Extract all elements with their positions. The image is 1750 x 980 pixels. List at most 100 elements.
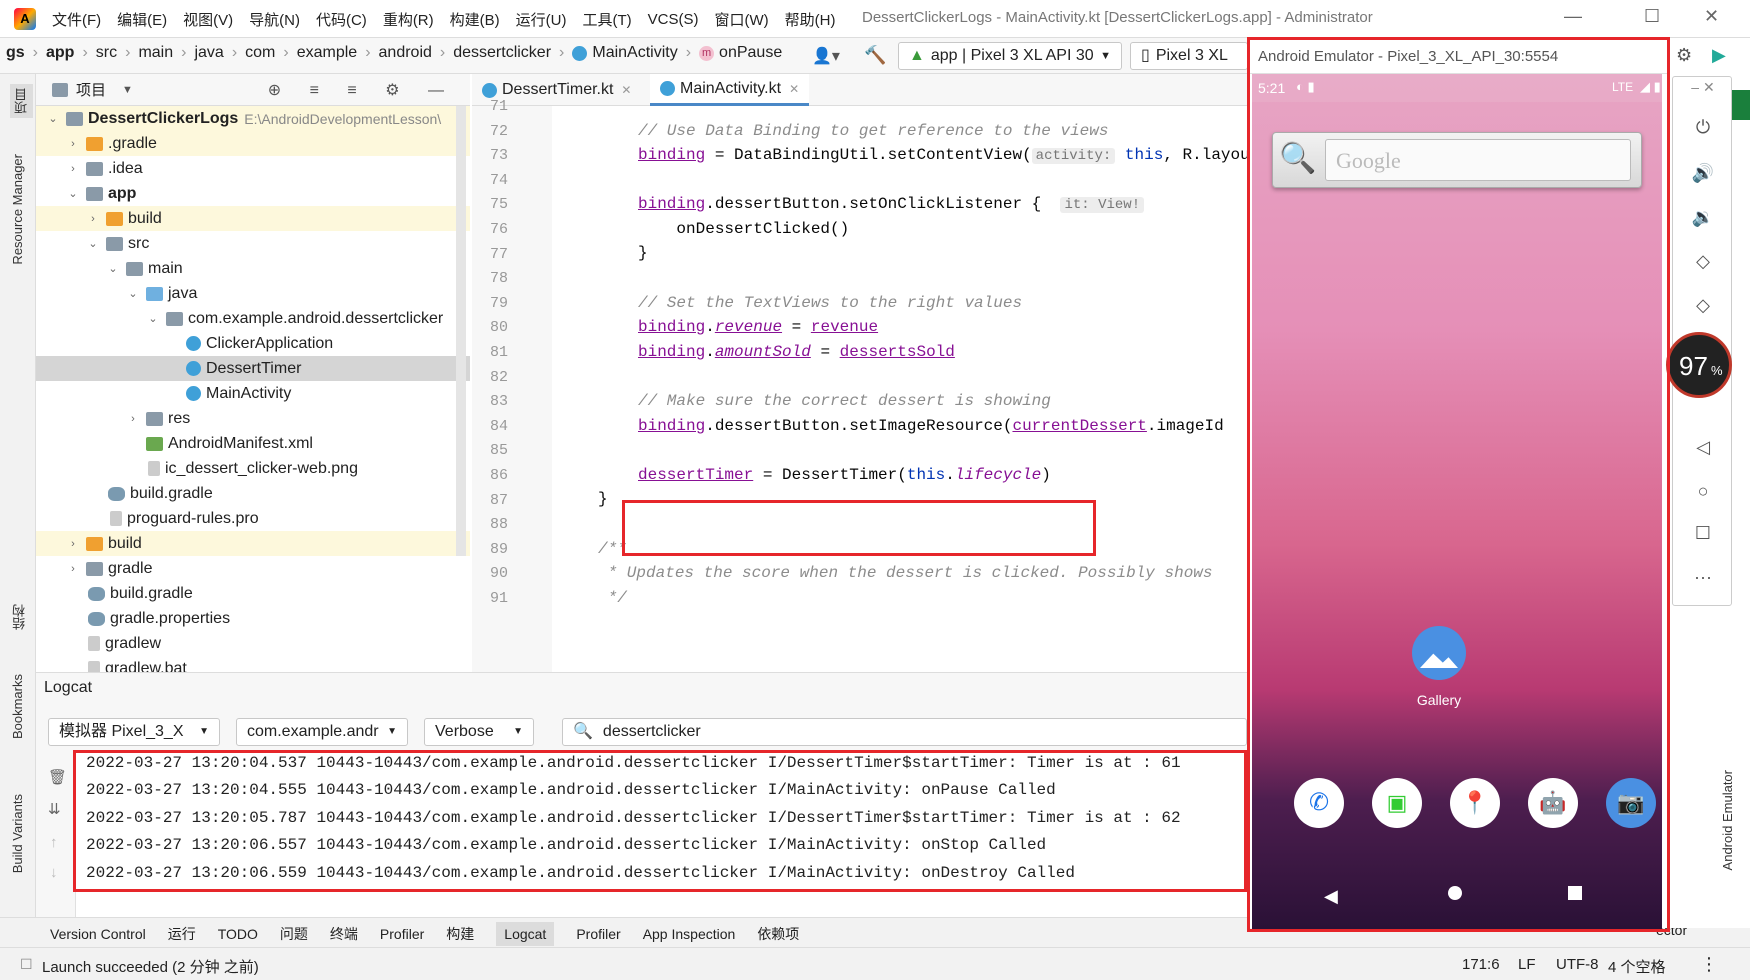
menu-vcs[interactable]: VCS(S) bbox=[648, 11, 699, 28]
tree-item[interactable]: › build bbox=[36, 531, 470, 556]
indent-setting[interactable]: 4 个空格 bbox=[1608, 956, 1666, 977]
tool-logcat[interactable]: Logcat bbox=[496, 922, 555, 946]
maximize-icon[interactable]: ☐ bbox=[1644, 6, 1660, 27]
minimize-icon[interactable]: — bbox=[1564, 6, 1582, 27]
overview-nav-icon[interactable] bbox=[1568, 886, 1582, 900]
build-variants-tab[interactable]: Build Variants bbox=[10, 794, 25, 873]
home-icon[interactable]: ○ bbox=[1673, 481, 1733, 502]
phone-app-icon[interactable]: ✆ bbox=[1294, 778, 1344, 828]
google-search-widget[interactable]: 🔍 Google bbox=[1272, 132, 1642, 188]
breadcrumb-item[interactable]: app bbox=[46, 44, 74, 62]
breadcrumb-item[interactable]: main bbox=[138, 44, 173, 62]
hammer-icon[interactable]: 🔨 bbox=[864, 45, 886, 66]
menu-tools[interactable]: 工具(T) bbox=[582, 9, 631, 30]
tree-scrollbar[interactable] bbox=[456, 106, 466, 556]
breadcrumb-item[interactable]: gs bbox=[6, 44, 25, 62]
rotate-left-icon[interactable]: ◇ bbox=[1673, 251, 1733, 272]
cursor-position[interactable]: 171:6 bbox=[1462, 956, 1500, 973]
volume-down-icon[interactable]: 🔉 bbox=[1673, 207, 1733, 228]
logcat-search-input[interactable]: 🔍 dessertclicker bbox=[562, 718, 1247, 746]
structure-tab[interactable]: 结构 bbox=[10, 604, 29, 630]
logcat-level-select[interactable]: Verbose ▼ bbox=[424, 718, 534, 746]
rotate-right-icon[interactable]: ◇ bbox=[1673, 295, 1733, 316]
tab-mainactivity[interactable]: MainActivity.kt ✕ bbox=[650, 73, 810, 106]
panel-actions[interactable]: ⊕ ≡ ≡ ⚙ — bbox=[268, 80, 456, 100]
tool-run[interactable]: 运行 bbox=[168, 924, 196, 944]
emulator-screen[interactable]: 5:21 ◐ ▮ LTE ◢ ▮ 🔍 Google Gallery ✆ ▣ 📍 … bbox=[1252, 74, 1662, 929]
run-config-select[interactable]: ▲ app | Pixel 3 XL API 30 ▼ bbox=[898, 42, 1122, 70]
tree-item[interactable]: gradlew bbox=[36, 631, 470, 656]
volume-up-icon[interactable]: 🔊 bbox=[1673, 163, 1733, 184]
project-panel-title[interactable]: 项目 bbox=[76, 79, 106, 100]
tree-item[interactable]: gradlew.bat bbox=[36, 656, 470, 672]
menu-help[interactable]: 帮助(H) bbox=[785, 9, 836, 30]
messaging-app-icon[interactable]: ▣ bbox=[1372, 778, 1422, 828]
tree-item[interactable]: build.gradle bbox=[36, 481, 470, 506]
trash-icon[interactable]: 🗑 bbox=[48, 768, 67, 786]
tool-app-inspection[interactable]: App Inspection bbox=[643, 926, 736, 942]
close-tab-icon[interactable]: ✕ bbox=[621, 74, 631, 106]
more-icon[interactable]: ⋮ bbox=[1700, 954, 1718, 975]
logcat-output[interactable]: 2022-03-27 13:20:04.537 10443-10443/com.… bbox=[76, 752, 1247, 892]
tool-dependencies[interactable]: 依赖项 bbox=[757, 924, 799, 944]
tool-todo[interactable]: TODO bbox=[218, 926, 258, 942]
tree-item[interactable]: ⌄ src bbox=[36, 231, 470, 256]
tree-item[interactable]: ⌄ java bbox=[36, 281, 470, 306]
android-emulator-side-tab[interactable]: Android Emulator bbox=[1720, 770, 1735, 870]
tool-version-control[interactable]: Version Control bbox=[50, 926, 146, 942]
menu-run[interactable]: 运行(U) bbox=[516, 9, 567, 30]
device-select[interactable]: ▯ Pixel 3 XL bbox=[1130, 42, 1248, 70]
google-search-input[interactable]: Google bbox=[1325, 139, 1631, 181]
user-icon[interactable]: 👤▾ bbox=[812, 46, 840, 66]
tree-item[interactable]: AndroidManifest.xml bbox=[36, 431, 470, 456]
menu-navigate[interactable]: 导航(N) bbox=[249, 9, 300, 30]
tool-problems[interactable]: 问题 bbox=[280, 924, 308, 944]
breadcrumb-item[interactable]: src bbox=[96, 44, 117, 62]
back-icon[interactable]: ◁ bbox=[1673, 437, 1733, 458]
tree-item[interactable]: build.gradle bbox=[36, 581, 470, 606]
close-tab-icon[interactable]: ✕ bbox=[789, 73, 799, 105]
tree-item[interactable]: › res bbox=[36, 406, 470, 431]
menu-refactor[interactable]: 重构(R) bbox=[383, 9, 434, 30]
tree-item[interactable]: › gradle bbox=[36, 556, 470, 581]
play-store-icon[interactable]: ▶ bbox=[1712, 45, 1726, 66]
logcat-device-select[interactable]: 模拟器 Pixel_3_X ▼ bbox=[48, 718, 220, 746]
menu-file[interactable]: 文件(F) bbox=[52, 9, 101, 30]
breadcrumb-item[interactable]: onPause bbox=[719, 44, 782, 62]
gallery-app-icon[interactable] bbox=[1412, 626, 1466, 680]
minimize-icon[interactable]: – ✕ bbox=[1673, 79, 1733, 96]
tree-item-selected[interactable]: DessertTimer bbox=[36, 356, 470, 381]
breadcrumb-item[interactable]: com bbox=[245, 44, 275, 62]
menu-edit[interactable]: 编辑(E) bbox=[117, 9, 167, 30]
breadcrumb-item[interactable]: dessertclicker bbox=[453, 44, 551, 62]
breadcrumb-item[interactable]: java bbox=[194, 44, 223, 62]
tree-item[interactable]: › build bbox=[36, 206, 470, 231]
breadcrumb-item[interactable]: android bbox=[379, 44, 432, 62]
tree-item[interactable]: › .idea bbox=[36, 156, 470, 181]
tree-item[interactable]: ic_dessert_clicker-web.png bbox=[36, 456, 470, 481]
tool-profiler-2[interactable]: Profiler bbox=[576, 926, 620, 942]
home-nav-icon[interactable] bbox=[1448, 886, 1462, 900]
tool-profiler[interactable]: Profiler bbox=[380, 926, 424, 942]
back-nav-icon[interactable]: ◀ bbox=[1324, 886, 1338, 907]
tree-item[interactable]: ⌄ DessertClickerLogs E:\AndroidDevelopment… bbox=[36, 106, 470, 131]
down-arrow-icon[interactable]: ↓ bbox=[50, 864, 58, 881]
scroll-to-end-icon[interactable]: ⇊ bbox=[48, 800, 61, 818]
tree-item[interactable]: ClickerApplication bbox=[36, 331, 470, 356]
tree-item[interactable]: proguard-rules.pro bbox=[36, 506, 470, 531]
up-arrow-icon[interactable]: ↑ bbox=[50, 834, 58, 851]
menu-code[interactable]: 代码(C) bbox=[316, 9, 367, 30]
tool-build[interactable]: 构建 bbox=[446, 924, 474, 944]
android-app-icon[interactable]: 🤖 bbox=[1528, 778, 1578, 828]
bookmarks-tab[interactable]: Bookmarks bbox=[10, 674, 25, 739]
logcat-package-select[interactable]: com.example.andr ▼ bbox=[236, 718, 408, 746]
camera-app-icon[interactable]: 📷 bbox=[1606, 778, 1656, 828]
close-icon[interactable]: ✕ bbox=[1704, 6, 1719, 27]
resource-manager-tab[interactable]: Resource Manager bbox=[10, 154, 25, 265]
power-icon[interactable]: ⏻ bbox=[1673, 117, 1733, 138]
tree-item[interactable]: ⌄ main bbox=[36, 256, 470, 281]
line-separator[interactable]: LF bbox=[1518, 956, 1536, 973]
menu-build[interactable]: 构建(B) bbox=[450, 9, 500, 30]
breadcrumb-item[interactable]: example bbox=[297, 44, 357, 62]
tree-item[interactable]: MainActivity bbox=[36, 381, 470, 406]
